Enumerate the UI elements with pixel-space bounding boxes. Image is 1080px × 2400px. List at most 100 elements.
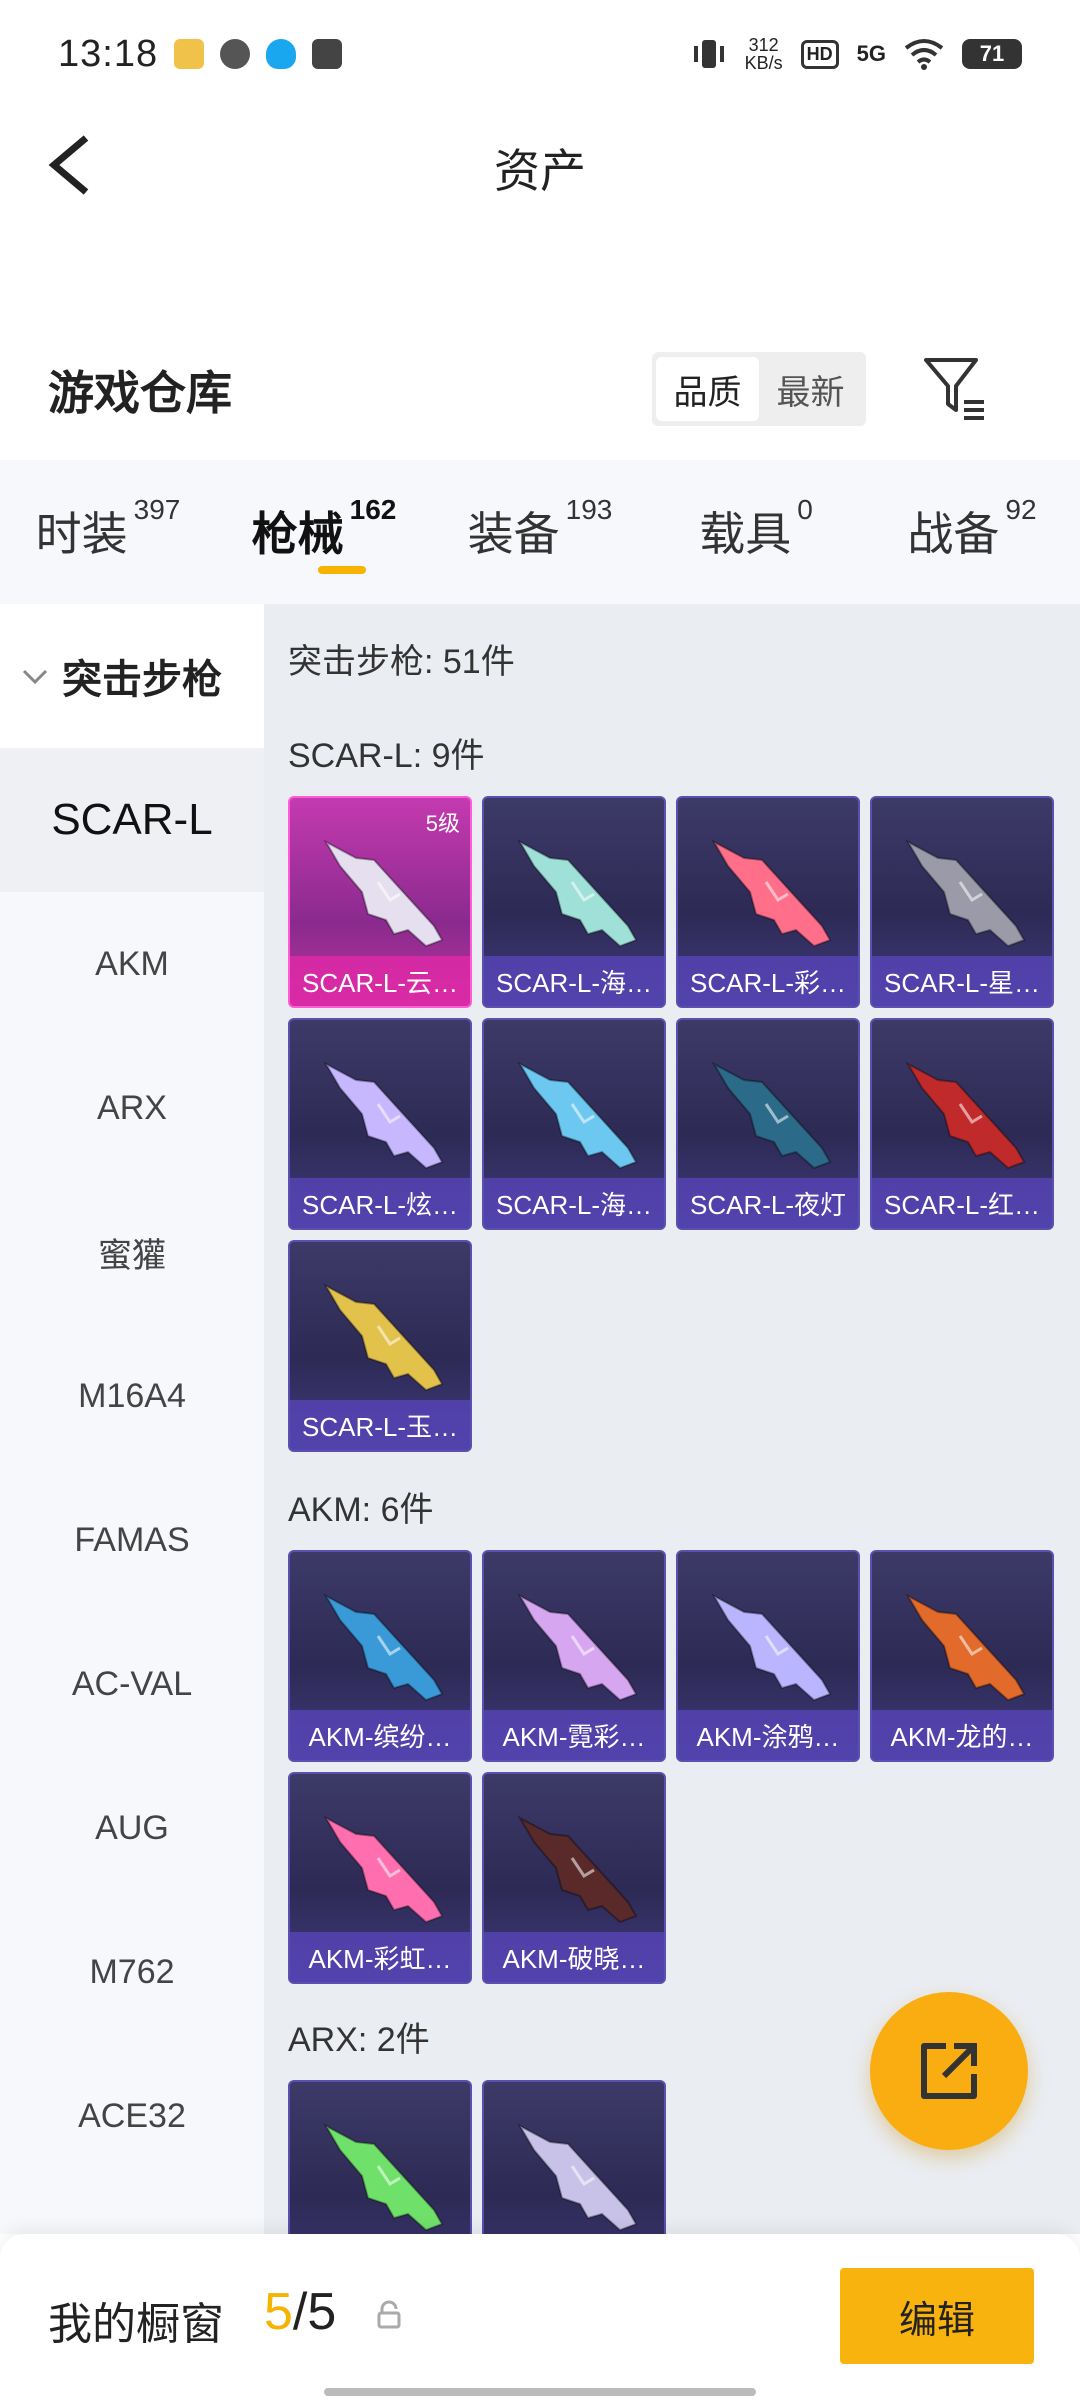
- weapon-name: SCAR-L-云…: [290, 956, 470, 1006]
- weapon-card[interactable]: AKM-霓彩…: [482, 1550, 666, 1762]
- weapon-card[interactable]: AKM-涂鸦…: [676, 1550, 860, 1762]
- weapon-name: AKM-霓彩…: [484, 1710, 664, 1760]
- weapon-name: SCAR-L-红…: [872, 1178, 1052, 1228]
- category-total: 突击步枪: 51件: [288, 643, 515, 681]
- weapon-name: SCAR-L-星…: [872, 956, 1052, 1006]
- sidebar-item-scar-l[interactable]: SCAR-L: [0, 748, 264, 892]
- battery-indicator: 71: [962, 39, 1022, 69]
- sort-by-latest-button[interactable]: 最新: [759, 357, 862, 421]
- weapon-skin-image: [517, 839, 638, 948]
- sidebar-group-assault-rifles[interactable]: 突击步枪: [0, 604, 264, 748]
- weapon-skin-image: [323, 1283, 444, 1392]
- weapon-name: AKM-涂鸦…: [678, 1710, 858, 1760]
- weapon-skin-image: [323, 839, 444, 948]
- section-label-scar-l: SCAR-L: 9件: [288, 737, 485, 775]
- weapon-content: 突击步枪: 51件 SCAR-L: 9件 5级 SCAR-L-云… SCAR-L-海…: [264, 604, 1080, 2234]
- page-header: 资产: [0, 108, 1080, 228]
- sidebar-item-ace32[interactable]: ACE32: [0, 2044, 264, 2188]
- weapon-skin-image: [323, 1593, 444, 1702]
- message-icon: [312, 39, 343, 69]
- weapon-skin-image: [517, 1593, 638, 1702]
- qq-icon: [266, 39, 297, 69]
- warehouse-header: 游戏仓库 品质 最新: [0, 330, 1080, 450]
- weapon-skin-image: [905, 1593, 1026, 1702]
- weapon-card[interactable]: SCAR-L-炫…: [288, 1018, 472, 1230]
- lock-icon: [377, 2300, 401, 2329]
- weapon-card[interactable]: AKM-破晓…: [482, 1772, 666, 1984]
- sidebar-item-m762[interactable]: M762: [0, 1900, 264, 2044]
- sidebar-item-aug[interactable]: AUG: [0, 1756, 264, 1900]
- sidebar-item-famas[interactable]: FAMAS: [0, 1468, 264, 1612]
- showcase-count: 5/5: [264, 2283, 337, 2341]
- tab-equipment[interactable]: 装备 193: [432, 494, 648, 564]
- weapon-card[interactable]: SCAR-L-夜灯: [676, 1018, 860, 1230]
- showcase-label: 我的橱窗: [48, 2300, 224, 2349]
- page-title: 资产: [494, 145, 586, 197]
- edit-button[interactable]: 编辑: [840, 2268, 1034, 2364]
- weapon-name: SCAR-L-海…: [484, 1178, 664, 1228]
- sidebar-item-m16a4[interactable]: M16A4: [0, 1324, 264, 1468]
- weapon-name: SCAR-L-彩…: [678, 956, 858, 1006]
- weapon-card[interactable]: [482, 2080, 666, 2234]
- warehouse-title: 游戏仓库: [48, 367, 232, 419]
- section-label-arx: ARX: 2件: [288, 2021, 430, 2059]
- sidebar-item-ac-val[interactable]: AC-VAL: [0, 1612, 264, 1756]
- level-badge: 5级: [425, 811, 460, 836]
- weapon-name: AKM-龙的…: [872, 1710, 1052, 1760]
- sidebar-item-akm[interactable]: AKM: [0, 892, 264, 1036]
- weapon-skin-image: [517, 2123, 638, 2232]
- share-button[interactable]: [870, 1992, 1028, 2150]
- weapon-skin-image: [323, 1815, 444, 1924]
- hd-badge: HD: [800, 39, 839, 69]
- home-indicator: [324, 2388, 756, 2396]
- status-time: 13:18: [58, 32, 159, 75]
- weapon-skin-image: [711, 1593, 832, 1702]
- weapon-card[interactable]: AKM-彩虹…: [288, 1772, 472, 1984]
- tab-fashion[interactable]: 时装 397: [0, 494, 216, 564]
- weapon-card[interactable]: 5级 SCAR-L-云…: [288, 796, 472, 1008]
- sidebar-item-honey-badger[interactable]: 蜜獾: [0, 1180, 264, 1324]
- weapon-skin-image: [905, 1061, 1026, 1170]
- weapon-skin-image: [905, 839, 1026, 948]
- weapon-skin-image: [323, 1061, 444, 1170]
- section-label-akm: AKM: 6件: [288, 1491, 434, 1529]
- showcase-bar: 我的橱窗 5/5 编辑: [0, 2234, 1080, 2400]
- tab-weapons[interactable]: 枪械 162: [216, 494, 432, 574]
- wifi-icon: [904, 39, 944, 70]
- weapon-skin-image: [711, 1061, 832, 1170]
- status-bar: 13:18 312 KB/s HD 5G 71: [0, 0, 1080, 108]
- sort-by-quality-button[interactable]: 品质: [656, 357, 759, 421]
- weapon-skin-image: [711, 839, 832, 948]
- weapon-card[interactable]: SCAR-L-海…: [482, 796, 666, 1008]
- chevron-down-icon: [22, 669, 48, 685]
- tab-supplies[interactable]: 战备 92: [864, 494, 1080, 564]
- weapon-card[interactable]: SCAR-L-星…: [870, 796, 1054, 1008]
- weapon-name: SCAR-L-玉…: [290, 1400, 470, 1450]
- filter-icon[interactable]: [920, 352, 990, 422]
- sidebar-item-arx[interactable]: ARX: [0, 1036, 264, 1180]
- back-icon[interactable]: [40, 130, 110, 200]
- sort-toggle: 品质 最新: [652, 352, 866, 426]
- net-speed: 312 KB/s: [744, 35, 783, 73]
- weapon-name: AKM-彩虹…: [290, 1932, 470, 1982]
- weapon-card[interactable]: AKM-缤纷…: [288, 1550, 472, 1762]
- weapon-name: AKM-破晓…: [484, 1932, 664, 1982]
- weapon-skin-image: [323, 2123, 444, 2232]
- akm-grid: AKM-缤纷… AKM-霓彩… AKM-涂鸦… AKM-龙的… AKM-彩虹… AKM-破…: [288, 1550, 1054, 1984]
- network-type: 5G: [856, 41, 886, 66]
- weapon-card[interactable]: AKM-龙的…: [870, 1550, 1054, 1762]
- weapon-name: SCAR-L-海…: [484, 956, 664, 1006]
- vibrate-icon: [693, 40, 724, 68]
- weapon-card[interactable]: SCAR-L-玉…: [288, 1240, 472, 1452]
- weapon-card[interactable]: SCAR-L-海…: [482, 1018, 666, 1230]
- weapon-card[interactable]: [288, 2080, 472, 2234]
- weapon-skin-image: [517, 1061, 638, 1170]
- weapon-name: SCAR-L-炫…: [290, 1178, 470, 1228]
- weapon-card[interactable]: SCAR-L-红…: [870, 1018, 1054, 1230]
- leaf-icon: [220, 39, 251, 69]
- share-icon: [921, 2043, 977, 2099]
- game-app-icon: [174, 39, 205, 69]
- weapon-card[interactable]: SCAR-L-彩…: [676, 796, 860, 1008]
- tab-vehicles[interactable]: 载具 0: [648, 494, 864, 564]
- weapon-skin-image: [517, 1815, 638, 1924]
